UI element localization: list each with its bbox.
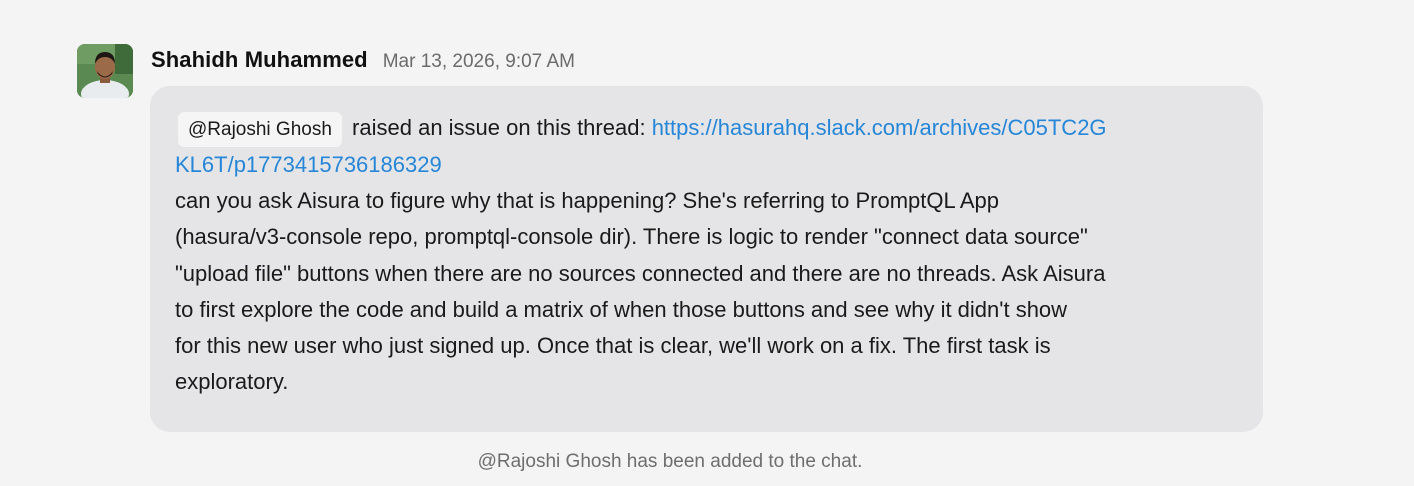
message-timestamp: Mar 13, 2026, 9:07 AM: [382, 51, 575, 72]
chat-message: Shahidh Muhammed Mar 13, 2026, 9:07 AM @…: [0, 0, 1414, 486]
thread-link-continued[interactable]: KL6T/p1773415736186329: [175, 152, 442, 177]
avatar-photo: [77, 44, 133, 98]
system-notice: @Rajoshi Ghosh has been added to the cha…: [477, 451, 863, 472]
message-bubble: @Rajoshi Ghosh raised an issue on this t…: [150, 86, 1263, 432]
thread-link[interactable]: https://hasurahq.slack.com/archives/C05T…: [652, 115, 1107, 140]
body-line: for this new user who just signed up. On…: [175, 333, 1051, 359]
body-line: (hasura/v3-console repo, promptql-consol…: [175, 224, 1088, 250]
body-line: can you ask Aisura to figure why that is…: [175, 188, 999, 214]
message-header: Shahidh Muhammed Mar 13, 2026, 9:07 AM: [151, 47, 575, 77]
body-line: "upload file" buttons when there are no …: [175, 260, 1106, 286]
message-line: @Rajoshi Ghosh raised an issue on this t…: [175, 110, 1243, 147]
body-line: exploratory.: [175, 369, 289, 395]
body-line: to first explore the code and build a ma…: [175, 296, 1068, 322]
user-avatar[interactable]: [77, 44, 133, 98]
author-name[interactable]: Shahidh Muhammed: [151, 47, 368, 73]
message-line: KL6T/p1773415736186329: [175, 147, 1243, 183]
user-mention[interactable]: @Rajoshi Ghosh: [178, 112, 342, 147]
intro-text: raised an issue on this thread:: [352, 115, 646, 140]
